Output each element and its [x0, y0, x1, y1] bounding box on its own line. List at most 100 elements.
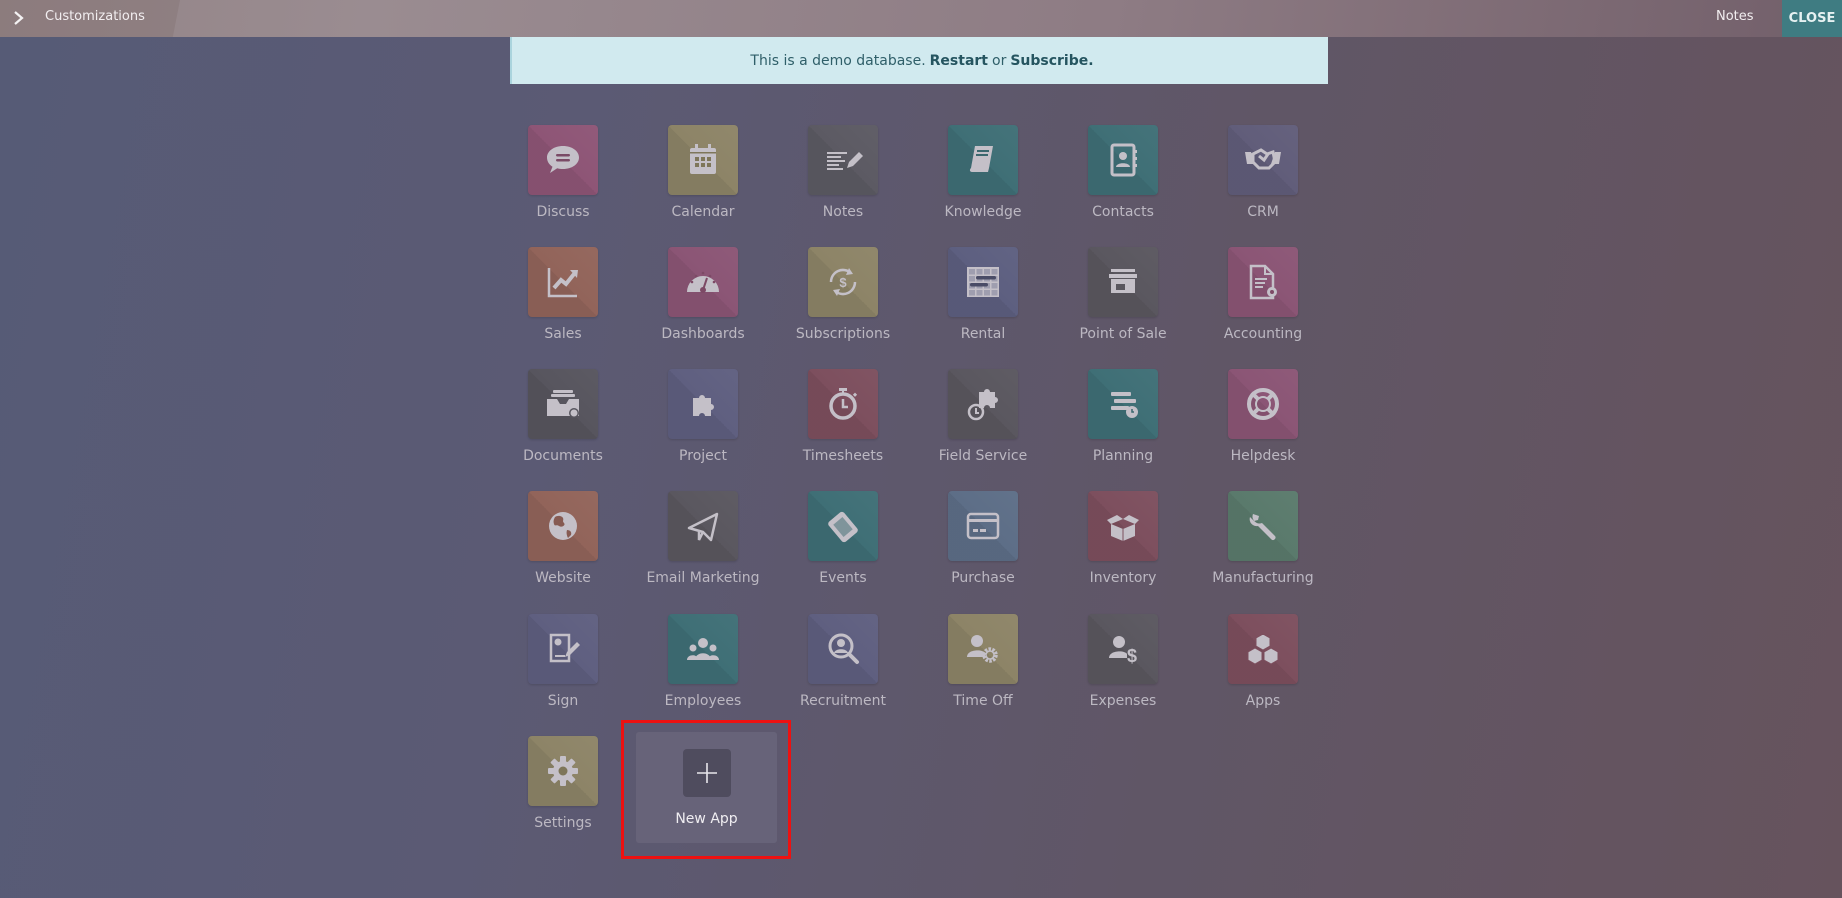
app-expenses[interactable]: $ Expenses — [1063, 614, 1183, 724]
app-inventory[interactable]: Inventory — [1063, 491, 1183, 601]
gantt-grid-icon — [967, 267, 999, 297]
app-settings[interactable]: Settings — [503, 736, 623, 846]
app-tile — [528, 614, 598, 684]
app-documents[interactable]: Documents — [503, 369, 623, 479]
app-tile — [948, 125, 1018, 195]
signature-icon — [549, 633, 580, 663]
app-recruitment[interactable]: Recruitment — [783, 614, 903, 724]
app-accounting[interactable]: Accounting — [1203, 247, 1323, 357]
top-bar: Customizations Notes CLOSE — [0, 0, 1842, 37]
app-tile — [948, 491, 1018, 561]
app-sign[interactable]: Sign — [503, 614, 623, 724]
app-email-marketing[interactable]: Email Marketing — [643, 491, 763, 601]
app-label: Documents — [523, 448, 603, 464]
breadcrumb[interactable]: Customizations — [45, 9, 145, 24]
planning-clock-icon — [1111, 392, 1138, 418]
app-calendar[interactable]: Calendar — [643, 125, 763, 235]
app-tile — [1228, 247, 1298, 317]
person-gear-icon — [967, 635, 998, 663]
app-label: Sales — [544, 326, 582, 342]
app-subscriptions[interactable]: $ Subscriptions — [783, 247, 903, 357]
app-label: CRM — [1247, 204, 1279, 220]
person-dollar-icon: $ — [1109, 636, 1137, 666]
app-apps[interactable]: Apps — [1203, 614, 1323, 724]
app-tile: $ — [1088, 614, 1158, 684]
app-tile — [528, 247, 598, 317]
handshake-icon — [1245, 148, 1281, 170]
app-label: Sign — [547, 693, 579, 709]
app-label: Settings — [534, 815, 592, 831]
app-label: Timesheets — [802, 448, 884, 464]
app-field-service[interactable]: Field Service — [923, 369, 1043, 479]
wrench-icon — [1249, 514, 1276, 540]
demo-database-banner: This is a demo database. Restart or Subs… — [510, 37, 1328, 84]
lifebuoy-icon — [1247, 388, 1279, 420]
app-notes[interactable]: Notes — [783, 125, 903, 235]
app-tile — [948, 247, 1018, 317]
paper-plane-icon — [687, 512, 719, 542]
app-events[interactable]: Events — [783, 491, 903, 601]
chevron-right-icon — [14, 11, 24, 25]
app-purchase[interactable]: Purchase — [923, 491, 1043, 601]
app-tile — [1088, 125, 1158, 195]
app-discuss[interactable]: Discuss — [503, 125, 623, 235]
app-tile — [808, 125, 878, 195]
app-time-off[interactable]: Time Off — [923, 614, 1043, 724]
app-knowledge[interactable]: Knowledge — [923, 125, 1043, 235]
banner-text: This is a demo database. — [750, 52, 926, 69]
chart-trend-icon — [547, 268, 578, 298]
puzzle-stopwatch-icon — [967, 389, 998, 421]
app-tile — [1228, 614, 1298, 684]
app-tile — [668, 491, 738, 561]
app-tile: $ — [808, 247, 878, 317]
app-timesheets[interactable]: Timesheets — [783, 369, 903, 479]
app-dashboards[interactable]: Dashboards — [643, 247, 763, 357]
app-project[interactable]: Project — [643, 369, 763, 479]
app-tile — [1088, 491, 1158, 561]
app-label: Accounting — [1223, 326, 1303, 342]
store-icon — [1109, 269, 1137, 293]
document-gear-icon — [1249, 264, 1277, 300]
new-app-button[interactable]: New App — [636, 732, 777, 843]
app-tile — [668, 614, 738, 684]
puzzle-icon — [693, 395, 714, 416]
app-employees[interactable]: Employees — [643, 614, 763, 724]
banner-or-text: or — [992, 52, 1007, 69]
app-tile — [1088, 247, 1158, 317]
app-crm[interactable]: CRM — [1203, 125, 1323, 235]
app-label: Manufacturing — [1212, 570, 1314, 586]
app-label: Recruitment — [799, 693, 887, 709]
app-label: Notes — [822, 204, 864, 220]
restart-link[interactable]: Restart — [930, 53, 988, 69]
app-helpdesk[interactable]: Helpdesk — [1203, 369, 1323, 479]
people-group-icon — [687, 638, 719, 660]
person-search-icon — [828, 633, 859, 664]
open-box-icon — [1107, 515, 1139, 541]
plus-icon — [696, 763, 717, 783]
sidebar-toggle-button[interactable] — [8, 6, 30, 30]
credit-card-icon — [966, 512, 1000, 540]
app-tile — [808, 369, 878, 439]
close-button[interactable]: CLOSE — [1782, 0, 1842, 37]
gauge-icon — [687, 271, 719, 293]
app-tile — [808, 614, 878, 684]
app-label: Inventory — [1089, 570, 1157, 586]
app-label: Point of Sale — [1079, 326, 1167, 342]
app-planning[interactable]: Planning — [1063, 369, 1183, 479]
app-rental[interactable]: Rental — [923, 247, 1043, 357]
app-contacts[interactable]: Contacts — [1063, 125, 1183, 235]
app-label: Purchase — [951, 570, 1015, 586]
app-point-of-sale[interactable]: Point of Sale — [1063, 247, 1183, 357]
subscribe-link[interactable]: Subscribe. — [1010, 53, 1093, 69]
address-book-icon — [1110, 143, 1137, 177]
app-tile — [1228, 369, 1298, 439]
notes-link[interactable]: Notes — [1716, 9, 1754, 24]
book-icon — [969, 146, 993, 172]
app-manufacturing[interactable]: Manufacturing — [1203, 491, 1323, 601]
new-app-label: New App — [675, 811, 738, 827]
cubes-icon — [1247, 633, 1279, 665]
app-sales[interactable]: Sales — [503, 247, 623, 357]
app-label: Employees — [664, 693, 742, 709]
app-website[interactable]: Website — [503, 491, 623, 601]
app-tile — [808, 491, 878, 561]
